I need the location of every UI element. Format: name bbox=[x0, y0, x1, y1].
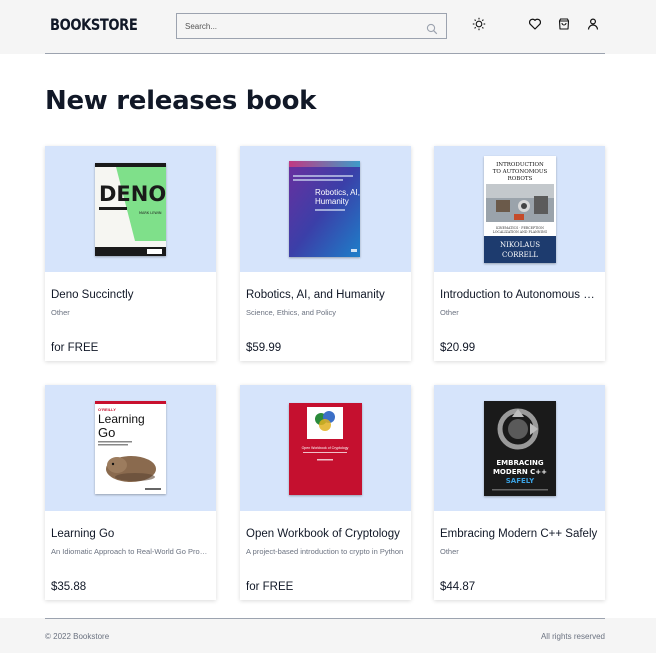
svg-text:Humanity: Humanity bbox=[315, 197, 349, 206]
book-subtitle: An Idiomatic Approach to Real-World Go P… bbox=[51, 547, 210, 556]
footer: © 2022 Bookstore All rights reserved bbox=[0, 618, 656, 653]
book-subtitle: Other bbox=[440, 308, 459, 317]
page-title: New releases book bbox=[45, 86, 317, 116]
logo[interactable]: BOOKSTORE bbox=[50, 15, 138, 34]
svg-text:Learning: Learning bbox=[98, 412, 145, 426]
book-card[interactable]: DENO MARK LEWIN Deno Succinctly Other fo… bbox=[45, 146, 216, 361]
book-card[interactable]: Open Workbook of Cryptology Open Workboo… bbox=[240, 385, 411, 600]
heart-icon[interactable] bbox=[528, 17, 542, 31]
header-divider bbox=[45, 53, 605, 54]
book-card[interactable]: Robotics, AI, and Humanity Robotics, AI,… bbox=[240, 146, 411, 361]
copyright-text: © 2022 Bookstore bbox=[45, 632, 110, 641]
search-box bbox=[176, 13, 447, 39]
svg-text:TO AUTONOMOUS: TO AUTONOMOUS bbox=[493, 169, 548, 175]
book-subtitle: A project-based introduction to crypto i… bbox=[246, 547, 404, 556]
svg-text:EMBRACING: EMBRACING bbox=[496, 459, 543, 467]
book-subtitle: Other bbox=[440, 547, 459, 556]
book-price: for FREE bbox=[51, 342, 99, 354]
book-cover-image[interactable]: DENO MARK LEWIN bbox=[95, 163, 166, 256]
book-title[interactable]: Open Workbook of Cryptology bbox=[246, 528, 405, 540]
book-subtitle: Science, Ethics, and Policy bbox=[246, 308, 337, 317]
svg-text:ROBOTS: ROBOTS bbox=[508, 176, 533, 182]
book-cover-image[interactable]: O'REILLY Learning Go bbox=[95, 401, 166, 494]
footer-divider bbox=[45, 618, 605, 619]
book-price: $59.99 bbox=[246, 342, 282, 354]
search-input[interactable] bbox=[185, 18, 415, 34]
svg-text:CORRELL: CORRELL bbox=[502, 251, 538, 259]
book-card[interactable]: EMBRACING MODERN C++ SAFELY Embracing Mo… bbox=[434, 385, 605, 600]
book-card[interactable]: O'REILLY Learning Go Learning Go An Idio… bbox=[45, 385, 216, 600]
book-card[interactable]: INTRODUCTION TO AUTONOMOUS ROBOTS KINEMA… bbox=[434, 146, 605, 361]
theme-toggle-icon[interactable] bbox=[472, 17, 486, 31]
book-cover-image[interactable]: EMBRACING MODERN C++ SAFELY bbox=[484, 401, 556, 496]
book-cover-title: DENO bbox=[99, 182, 166, 206]
svg-text:NIKOLAUS: NIKOLAUS bbox=[500, 241, 540, 249]
svg-text:SAFELY: SAFELY bbox=[506, 477, 535, 485]
rights-text: All rights reserved bbox=[540, 632, 605, 641]
book-cover-image[interactable]: INTRODUCTION TO AUTONOMOUS ROBOTS KINEMA… bbox=[484, 156, 556, 263]
book-price: $35.88 bbox=[51, 581, 87, 593]
book-price: for FREE bbox=[246, 581, 294, 593]
svg-text:MODERN C++: MODERN C++ bbox=[493, 468, 547, 476]
svg-text:INTRODUCTION: INTRODUCTION bbox=[496, 162, 544, 168]
book-cover-image[interactable]: Open Workbook of Cryptology bbox=[289, 403, 362, 495]
svg-text:LOCALIZATION AND PLANNING: LOCALIZATION AND PLANNING bbox=[493, 230, 548, 234]
book-title[interactable]: Robotics, AI, and Humanity bbox=[246, 289, 405, 301]
book-cover-image[interactable]: Robotics, AI, and Humanity bbox=[289, 161, 360, 257]
book-cover-author: MARK LEWIN bbox=[139, 211, 162, 215]
svg-text:Robotics, AI, and: Robotics, AI, and bbox=[315, 188, 360, 197]
header: BOOKSTORE bbox=[0, 0, 656, 54]
cart-icon[interactable] bbox=[557, 17, 571, 31]
svg-text:Go: Go bbox=[98, 425, 115, 440]
book-price: $20.99 bbox=[440, 342, 476, 354]
svg-text:Open Workbook of Cryptology: Open Workbook of Cryptology bbox=[302, 446, 349, 450]
book-subtitle: Other bbox=[51, 308, 70, 317]
book-title[interactable]: Embracing Modern C++ Safely bbox=[440, 528, 599, 540]
book-title[interactable]: Deno Succinctly bbox=[51, 289, 210, 301]
user-icon[interactable] bbox=[586, 17, 600, 31]
search-icon[interactable] bbox=[426, 20, 438, 35]
book-title[interactable]: Introduction to Autonomous Robots bbox=[440, 289, 599, 301]
book-price: $44.87 bbox=[440, 581, 476, 593]
book-title[interactable]: Learning Go bbox=[51, 528, 210, 540]
